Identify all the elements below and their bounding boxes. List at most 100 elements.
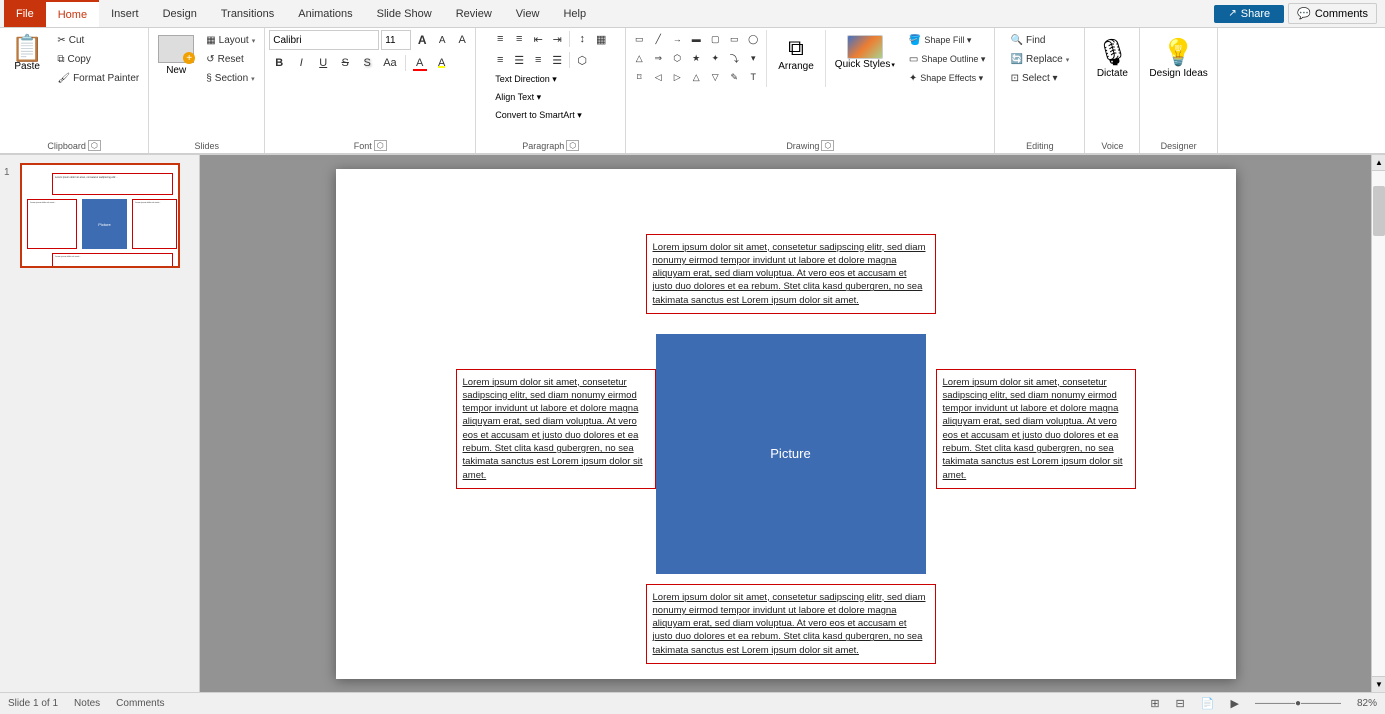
text-box-right[interactable]: Lorem ipsum dolor sit amet, consetetur s… — [936, 369, 1136, 489]
new-slide-button[interactable]: + New — [153, 30, 199, 81]
scroll-thumb[interactable] — [1373, 186, 1385, 236]
format-painter-button[interactable]: 🖌 Format Painter — [52, 70, 144, 87]
notes-button[interactable]: Notes — [74, 698, 100, 709]
line-spacing-button[interactable]: ↕ — [573, 30, 591, 48]
bullets-button[interactable]: ≡ — [491, 30, 509, 48]
tab-home[interactable]: Home — [46, 0, 99, 27]
clipboard-dialog-icon[interactable]: ⬡ — [88, 140, 101, 151]
shape-fill-button[interactable]: 🪣 Shape Fill ▾ — [904, 32, 991, 49]
shape-more[interactable]: ✦ — [706, 49, 724, 67]
tab-insert[interactable]: Insert — [99, 0, 151, 27]
scroll-up-button[interactable]: ▲ — [1372, 155, 1385, 171]
shape-rect3[interactable]: ▢ — [706, 30, 724, 48]
align-center-button[interactable]: ☰ — [510, 51, 528, 69]
highlight-color-button[interactable]: A — [432, 53, 452, 73]
italic-button[interactable]: I — [291, 53, 311, 73]
tab-review[interactable]: Review — [444, 0, 504, 27]
design-ideas-button[interactable]: 💡 Design Ideas — [1144, 32, 1212, 84]
clear-format-button[interactable]: A — [453, 31, 471, 49]
strikethrough-button[interactable]: S — [335, 53, 355, 73]
arrange-button[interactable]: ⧉ Arrange — [771, 30, 821, 77]
shape-pen[interactable]: ✎ — [725, 68, 743, 86]
tab-transitions[interactable]: Transitions — [209, 0, 286, 27]
smart-art-button[interactable]: ⬡ — [573, 51, 591, 69]
shape-rt[interactable]: ▷ — [668, 68, 686, 86]
decrease-indent-button[interactable]: ⇤ — [529, 30, 547, 48]
paste-button[interactable]: 📋 Paste — [4, 30, 50, 77]
paragraph-dialog-icon[interactable]: ⬡ — [566, 140, 579, 151]
shape-call[interactable]: ⬡ — [668, 49, 686, 67]
shape-eq[interactable]: ⌑ — [630, 68, 648, 86]
tab-animations[interactable]: Animations — [286, 0, 364, 27]
text-box-top[interactable]: Lorem ipsum dolor sit amet, consetetur s… — [646, 234, 936, 314]
share-button[interactable]: ↗ Share — [1214, 5, 1284, 23]
align-right-button[interactable]: ≡ — [529, 51, 547, 69]
find-button[interactable]: 🔍 Find — [1006, 32, 1075, 49]
reset-button[interactable]: ↺ Reset — [201, 51, 260, 68]
decrease-font-button[interactable]: A — [433, 31, 451, 49]
shape-banner[interactable]: ⤵ — [725, 49, 743, 67]
font-size-input[interactable] — [381, 30, 411, 50]
tab-slideshow[interactable]: Slide Show — [365, 0, 444, 27]
shape-lt[interactable]: ◁ — [649, 68, 667, 86]
increase-indent-button[interactable]: ⇥ — [548, 30, 566, 48]
shape-star[interactable]: ★ — [687, 49, 705, 67]
increase-font-button[interactable]: A — [413, 31, 431, 49]
font-name-input[interactable] — [269, 30, 379, 50]
numbering-button[interactable]: ≡ — [510, 30, 528, 48]
text-direction-button[interactable]: Text Direction ▾ — [491, 72, 561, 87]
justify-button[interactable]: ☰ — [548, 51, 566, 69]
picture-box[interactable]: Picture — [656, 334, 926, 574]
bold-button[interactable]: B — [269, 53, 289, 73]
slide-thumbnail-1[interactable]: 1 Lorem ipsum dolor sit amet, consetetur… — [4, 163, 195, 268]
shape-rect[interactable]: ▭ — [630, 30, 648, 48]
zoom-slider[interactable]: ————●———— — [1255, 698, 1341, 709]
align-text-button[interactable]: Align Text ▾ — [491, 90, 545, 105]
shape-effects-button[interactable]: ✦ Shape Effects ▾ — [904, 70, 991, 87]
columns-button[interactable]: ▦ — [592, 30, 610, 48]
shape-circ[interactable]: ◯ — [744, 30, 762, 48]
section-button[interactable]: § Section ▾ — [201, 70, 260, 87]
slide-thumb[interactable]: Lorem ipsum dolor sit amet, consetetur s… — [20, 163, 180, 268]
shape-outline-button[interactable]: ▭ Shape Outline ▾ — [904, 51, 991, 68]
convert-smartart-button[interactable]: Convert to SmartArt ▾ — [491, 108, 586, 123]
shape-dn[interactable]: ▽ — [706, 68, 724, 86]
text-box-bottom[interactable]: Lorem ipsum dolor sit amet, consetetur s… — [646, 584, 936, 664]
shape-txt[interactable]: T — [744, 68, 762, 86]
scroll-down-button[interactable]: ▼ — [1372, 676, 1385, 692]
shape-rect2[interactable]: ▬ — [687, 30, 705, 48]
shape-arrow[interactable]: → — [668, 30, 686, 48]
view-slideshow[interactable]: ▶ — [1230, 697, 1238, 710]
tab-view[interactable]: View — [504, 0, 552, 27]
comments-status[interactable]: Comments — [116, 698, 164, 709]
underline-button[interactable]: U — [313, 53, 333, 73]
shape-line[interactable]: ╱ — [649, 30, 667, 48]
layout-button[interactable]: ▦ Layout ▾ — [201, 32, 260, 49]
copy-button[interactable]: ⧉ Copy — [52, 51, 144, 68]
view-normal[interactable]: ⊞ — [1150, 697, 1159, 710]
shape-expand[interactable]: ▾ — [744, 49, 762, 67]
drawing-dialog-icon[interactable]: ⬡ — [821, 140, 834, 151]
quick-styles-button[interactable]: Quick Styles ▾ — [830, 30, 900, 75]
tab-design[interactable]: Design — [151, 0, 209, 27]
replace-button[interactable]: 🔄 Replace ▾ — [1006, 51, 1075, 68]
reset-icon: ↺ — [206, 54, 214, 65]
select-button[interactable]: ⊡ Select ▾ — [1006, 70, 1075, 87]
shape-up[interactable]: △ — [687, 68, 705, 86]
shape-round[interactable]: ▭ — [725, 30, 743, 48]
shape-arrow2[interactable]: ⇒ — [649, 49, 667, 67]
font-color-button[interactable]: A — [410, 53, 430, 73]
comments-button[interactable]: 💬 Comments — [1288, 3, 1377, 24]
tab-file[interactable]: File — [4, 0, 46, 27]
shape-tri[interactable]: △ — [630, 49, 648, 67]
font-dialog-icon[interactable]: ⬡ — [374, 140, 387, 151]
view-slide-sorter[interactable]: ⊟ — [1176, 697, 1185, 710]
text-box-left[interactable]: Lorem ipsum dolor sit amet, consetetur s… — [456, 369, 656, 489]
text-shadow-button[interactable]: S — [357, 53, 377, 73]
cut-button[interactable]: ✂ Cut — [52, 32, 144, 49]
tab-help[interactable]: Help — [551, 0, 598, 27]
view-reading[interactable]: 📄 — [1201, 697, 1215, 710]
align-left-button[interactable]: ≡ — [491, 51, 509, 69]
dictate-button[interactable]: 🎙 Dictate — [1091, 32, 1134, 84]
change-case-button[interactable]: Aa — [379, 53, 400, 73]
